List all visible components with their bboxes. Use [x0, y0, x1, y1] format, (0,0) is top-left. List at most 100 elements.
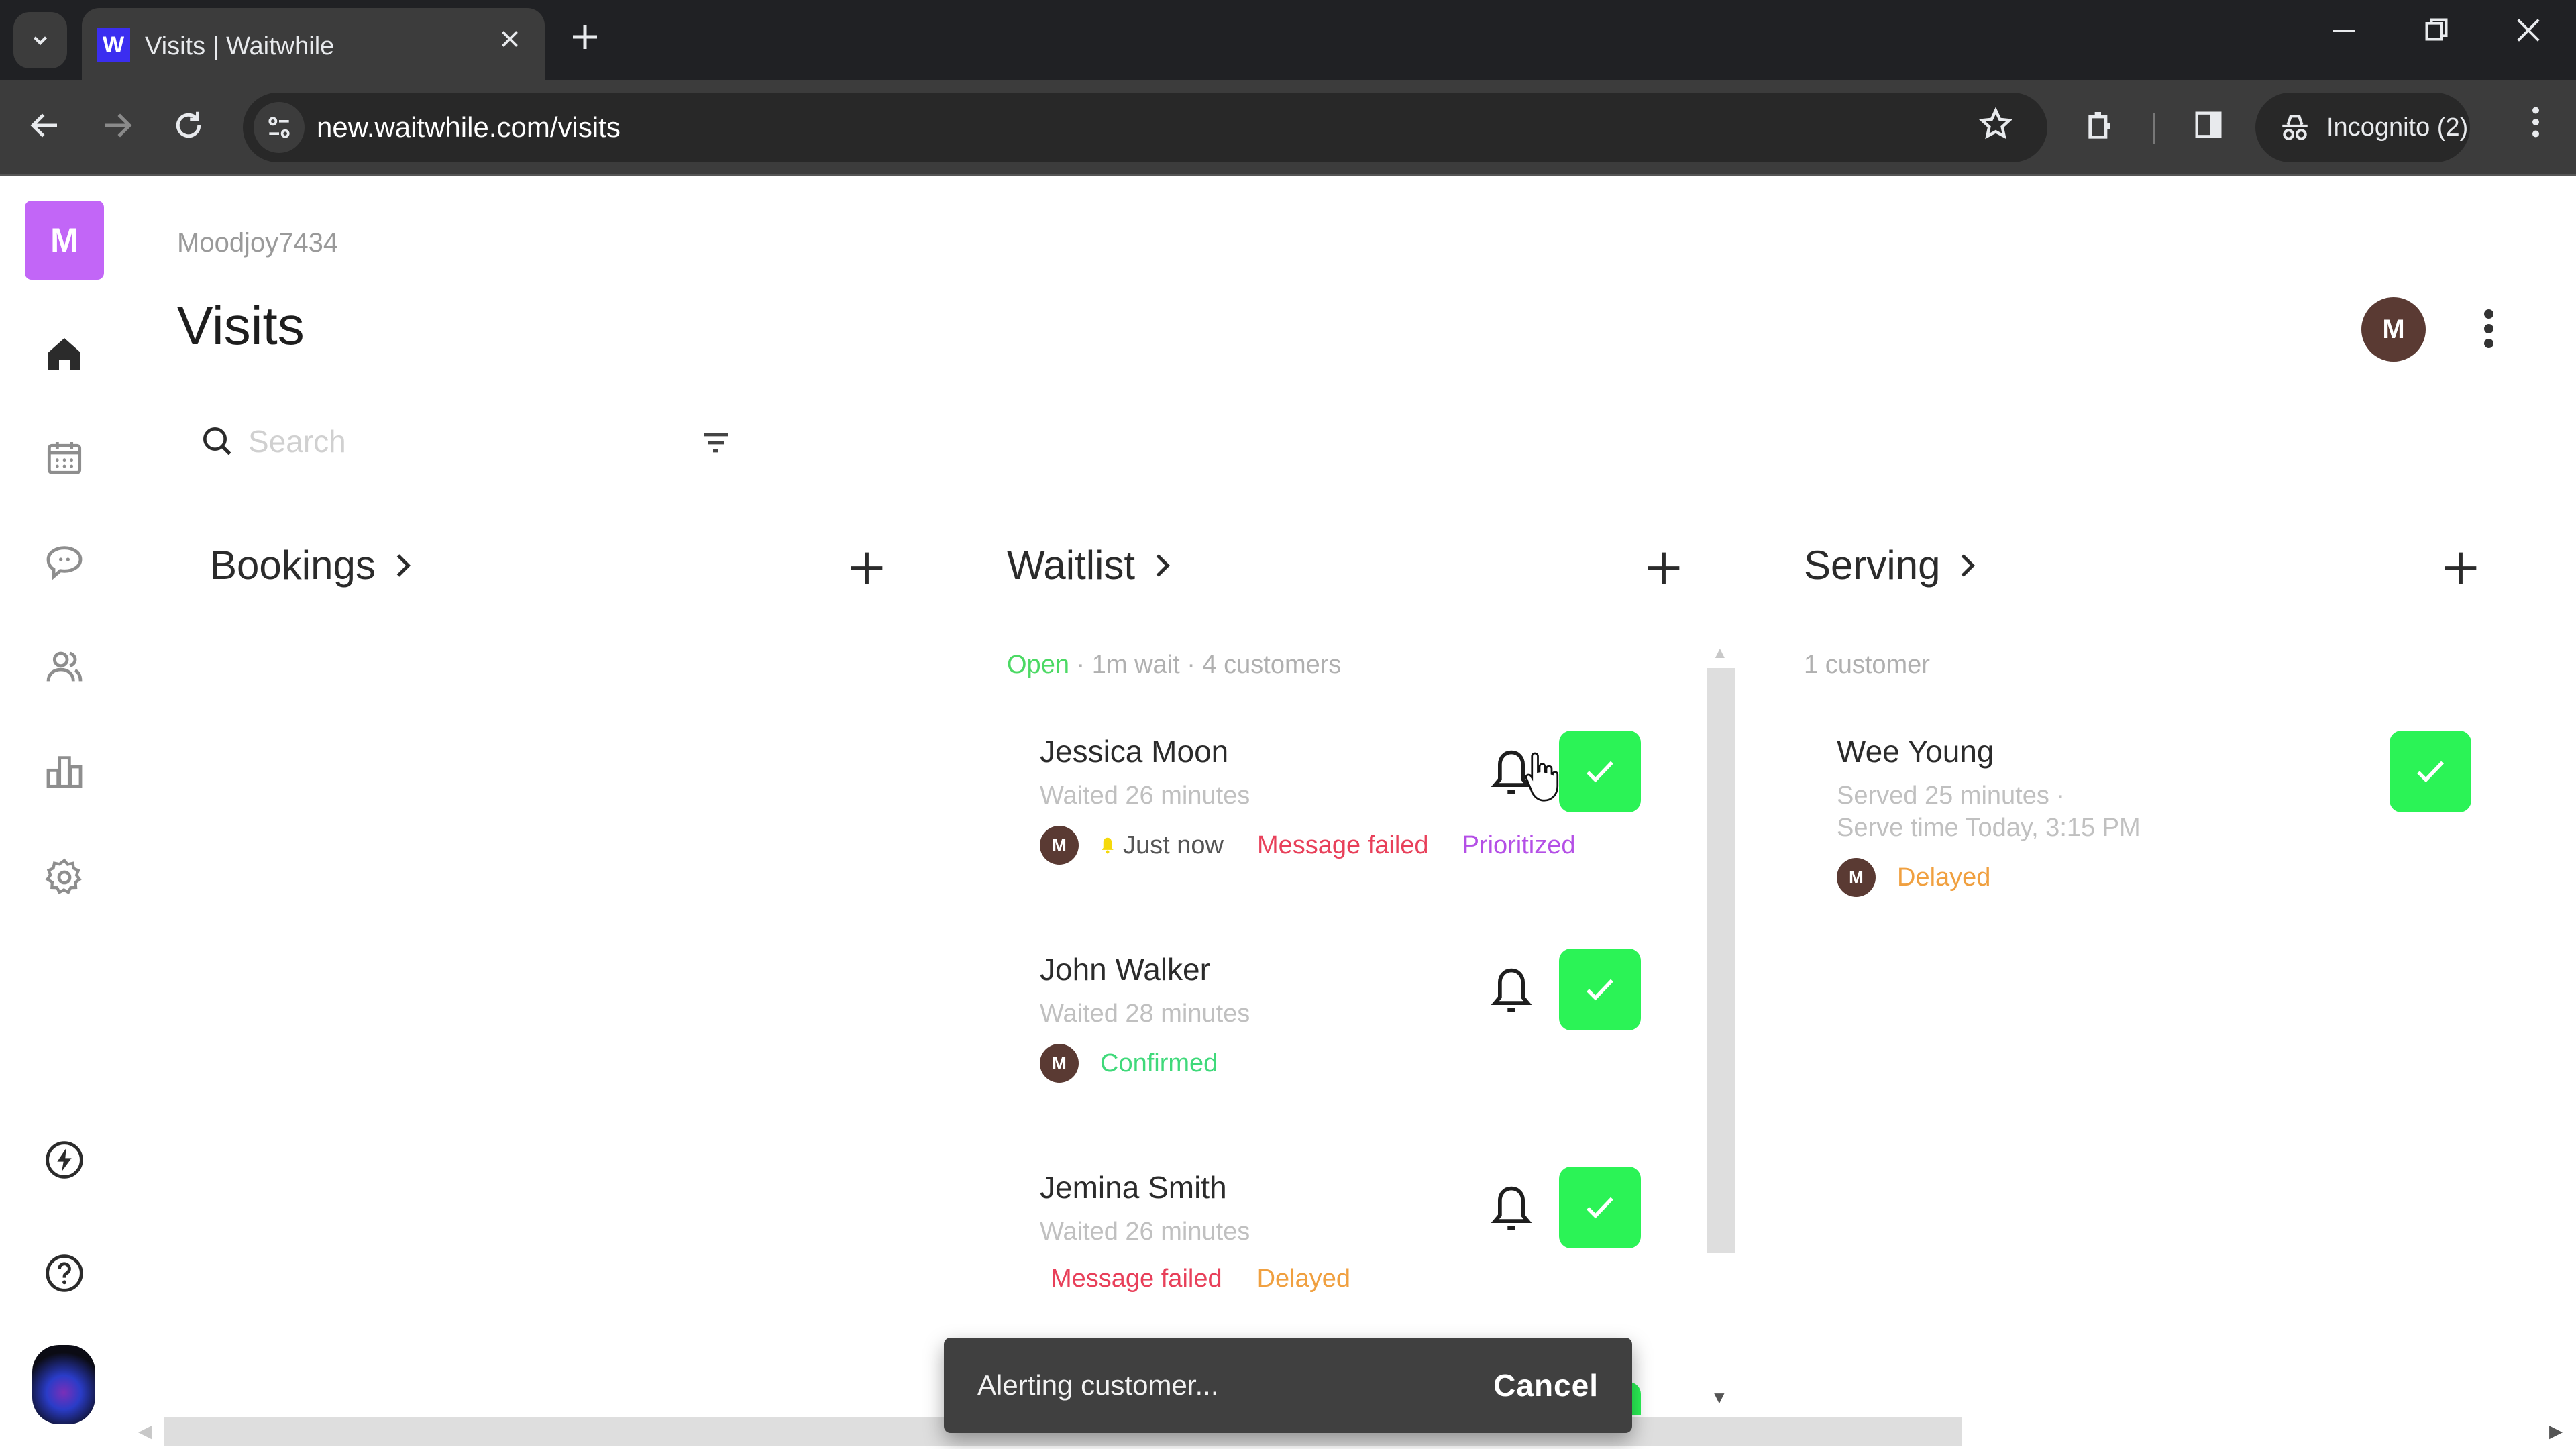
bookmark-button[interactable]: [1978, 106, 2014, 151]
account-name: Moodjoy7434: [177, 228, 339, 258]
waitlist-title: Waitlist: [1007, 543, 1136, 588]
arrow-right-icon: [105, 113, 132, 138]
hand-cursor-icon: [1525, 752, 1559, 802]
tune-icon: [268, 117, 290, 138]
search-input[interactable]: [248, 416, 678, 467]
chevron-right-icon: [396, 553, 411, 577]
scroll-left-arrow[interactable]: ◀: [138, 1421, 152, 1442]
chevron-right-icon: [1962, 553, 1976, 577]
more-vertical-icon: [2532, 107, 2539, 138]
arrow-left-icon: [30, 113, 57, 138]
wait-time: Waited 28 minutes: [1040, 1000, 1250, 1028]
checkmark-icon: [1587, 979, 1613, 1001]
filter-icon[interactable]: [699, 431, 733, 458]
extensions-button[interactable]: [2082, 107, 2120, 153]
scroll-right-arrow[interactable]: ▶: [2549, 1421, 2563, 1442]
card-tags: M Just now Message failed Prioritized: [1040, 826, 1576, 865]
waitlist-card[interactable]: John Walker Waited 28 minutes M Confirme…: [1040, 946, 1644, 1107]
sidebar-item-analytics[interactable]: [39, 747, 90, 798]
sidebar-item-settings[interactable]: [39, 852, 90, 903]
tab-search-button[interactable]: [13, 12, 67, 68]
address-bar[interactable]: new.waitwhile.com/visits: [243, 93, 2047, 162]
serve-time: Serve time Today, 3:15 PM: [1837, 814, 2141, 842]
waitlist-status: Open · 1m wait · 4 customers: [1007, 651, 1341, 680]
notify-customer-button[interactable]: [1488, 1183, 1535, 1236]
serving-card[interactable]: Wee Young Served 25 minutes · Serve time…: [1837, 728, 2481, 916]
side-panel-button[interactable]: [2191, 107, 2226, 150]
minimize-button[interactable]: [2328, 15, 2360, 54]
user-profile-avatar[interactable]: [32, 1345, 95, 1424]
restore-button[interactable]: [2422, 15, 2451, 52]
alert-toast: Alerting customer... Cancel: [944, 1338, 1632, 1433]
side-panel-icon: [2195, 111, 2222, 138]
forward-button[interactable]: [99, 107, 136, 152]
more-options-button[interactable]: [2475, 302, 2502, 356]
customer-name: Jemina Smith: [1040, 1170, 1227, 1205]
waitlist-card[interactable]: Jemina Smith Waited 26 minutes Message f…: [1040, 1164, 1644, 1325]
browser-tab-active[interactable]: W Visits | Waitwhile: [82, 8, 545, 80]
more-vertical-icon-dot: [2484, 324, 2493, 333]
lightning-bolt-icon: [46, 1141, 83, 1179]
browser-menu-button[interactable]: [2522, 102, 2549, 151]
chevron-right-icon: [1156, 553, 1171, 577]
serve-customer-button[interactable]: [1559, 949, 1641, 1030]
gear-icon: [45, 858, 82, 895]
bookings-header-link[interactable]: Bookings: [210, 542, 413, 588]
card-tags: M Confirmed: [1040, 1044, 1218, 1083]
tag-delayed: Delayed: [1897, 863, 1991, 892]
staff-avatar: M: [1040, 1044, 1079, 1083]
waitlist-meta: · 1m wait · 4 customers: [1069, 651, 1342, 679]
incognito-indicator[interactable]: Incognito (2): [2255, 93, 2470, 162]
sidebar-item-customers[interactable]: [39, 641, 90, 692]
waitlist-open-status: Open: [1007, 651, 1069, 679]
tab-title: Visits | Waitwhile: [145, 32, 335, 60]
close-icon: [502, 31, 518, 47]
workspace-logo[interactable]: M: [25, 201, 104, 280]
customer-name: Wee Young: [1837, 734, 1994, 769]
scroll-down-arrow[interactable]: ▼: [1711, 1387, 1728, 1408]
notify-customer-button[interactable]: [1488, 965, 1535, 1018]
serving-header-link[interactable]: Serving: [1804, 542, 1978, 588]
checkmark-icon: [1587, 761, 1613, 783]
help-circle-icon: [46, 1254, 83, 1292]
more-vertical-icon-dot: [2484, 339, 2493, 348]
toast-message: Alerting customer...: [977, 1369, 1219, 1401]
tag-message-failed: Message failed: [1256, 830, 1429, 859]
add-to-waitlist-button[interactable]: [1640, 545, 1687, 592]
add-booking-button[interactable]: [843, 545, 890, 592]
site-info-button[interactable]: [254, 102, 305, 153]
new-tab-button[interactable]: [569, 16, 601, 63]
add-serving-button[interactable]: [2437, 545, 2484, 592]
sidebar-item-quick-actions[interactable]: [39, 1134, 90, 1185]
reload-button[interactable]: [170, 107, 207, 152]
waitwhile-favicon-icon: W: [97, 28, 130, 62]
serving-title: Serving: [1804, 543, 1941, 588]
user-avatar[interactable]: M: [2361, 297, 2426, 362]
star-icon: [1978, 107, 2013, 140]
close-window-button[interactable]: [2513, 15, 2544, 53]
complete-visit-button[interactable]: [2390, 731, 2471, 812]
wait-time: Waited 26 minutes: [1040, 782, 1250, 810]
serve-customer-button[interactable]: [1559, 731, 1641, 812]
waitlist-header-link[interactable]: Waitlist: [1007, 542, 1173, 588]
reload-icon: [176, 111, 201, 138]
toast-cancel-button[interactable]: Cancel: [1493, 1367, 1599, 1403]
chat-bubble-icon: [46, 546, 83, 580]
serve-customer-button[interactable]: [1559, 1167, 1641, 1248]
tag-prioritized: Prioritized: [1462, 830, 1576, 859]
restore-icon: [2425, 18, 2448, 41]
home-icon: [48, 338, 80, 370]
scroll-up-arrow[interactable]: ▲: [1712, 644, 1728, 663]
sidebar-item-home[interactable]: [39, 329, 90, 380]
serving-meta: 1 customer: [1804, 651, 1930, 679]
back-button[interactable]: [27, 107, 63, 152]
sidebar-item-messages[interactable]: [39, 537, 90, 588]
url-text[interactable]: new.waitwhile.com/visits: [317, 111, 621, 144]
people-icon: [46, 651, 83, 682]
sidebar-item-help[interactable]: [39, 1248, 90, 1299]
tab-close-button[interactable]: [498, 27, 522, 58]
search-icon: [203, 427, 231, 455]
sidebar-item-calendar[interactable]: [39, 433, 90, 484]
close-icon: [2517, 19, 2540, 42]
waitlist-scrollbar-thumb[interactable]: [1707, 668, 1735, 1253]
